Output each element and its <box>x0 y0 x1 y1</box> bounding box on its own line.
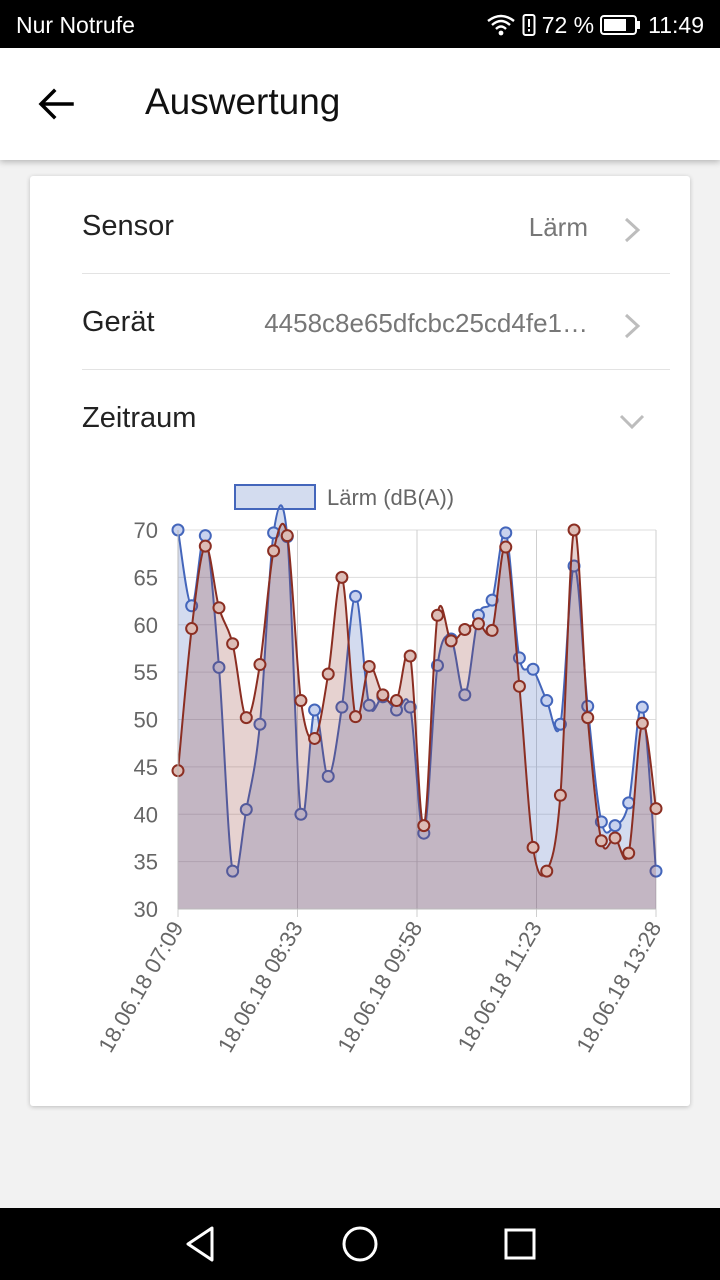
status-bar: Nur Notrufe 72 % 11:49 <box>0 0 720 48</box>
battery-icon <box>600 15 641 35</box>
series-2-point <box>458 622 472 636</box>
app-bar: Auswertung <box>0 48 720 160</box>
series-2-point <box>622 846 636 860</box>
series-2-point <box>594 834 608 848</box>
series-2-point <box>526 840 540 854</box>
nav-recents-icon[interactable] <box>498 1222 542 1266</box>
series-2-point <box>471 617 485 631</box>
series-2-point <box>635 716 649 730</box>
series-1-point <box>635 700 649 714</box>
series-2-point <box>567 523 581 537</box>
wifi-icon <box>486 14 515 36</box>
series-2-point <box>239 711 253 725</box>
arrow-left-icon <box>38 88 74 120</box>
series-2-point <box>280 529 294 543</box>
series-2-point <box>212 601 226 615</box>
series-2-point <box>581 711 595 725</box>
series-2-point <box>553 788 567 802</box>
series-2-point <box>485 623 499 637</box>
carrier-label: Nur Notrufe <box>16 12 135 38</box>
series-2-point <box>390 694 404 708</box>
sensor-label: Sensor <box>82 210 174 242</box>
y-tick-label: 65 <box>134 565 158 590</box>
series-2-point <box>226 637 240 651</box>
series-2-point <box>349 710 363 724</box>
sim-alert-icon <box>522 14 536 36</box>
series-2-point <box>499 540 513 554</box>
series-2-point <box>321 667 335 681</box>
x-tick-label: 18.06.18 13:28 <box>571 917 666 1057</box>
chevron-down-icon <box>619 414 645 430</box>
device-label: Gerät <box>82 306 155 338</box>
series-2-point <box>430 608 444 622</box>
series-1-point <box>198 529 212 543</box>
y-tick-label: 60 <box>134 613 158 638</box>
x-tick-label: 18.06.18 11:23 <box>453 917 547 1055</box>
y-tick-label: 55 <box>134 660 158 685</box>
series-2-point <box>253 658 267 672</box>
series-1-point <box>540 694 554 708</box>
series-2-point <box>649 802 663 816</box>
y-tick-label: 50 <box>134 708 158 733</box>
status-icons: 72 % 11:49 <box>486 10 704 40</box>
noise-chart: Lärm (dB(A))70656055504540353018.06.18 0… <box>93 484 666 1057</box>
series-2-point <box>444 634 458 648</box>
y-tick-label: 70 <box>134 518 158 543</box>
battery-percent: 72 % <box>541 11 595 38</box>
series-1-point <box>308 703 322 717</box>
back-button[interactable] <box>26 76 86 132</box>
nav-back-icon[interactable] <box>178 1222 222 1266</box>
series-2-point <box>512 679 526 693</box>
series-2-point <box>185 622 199 636</box>
timeframe-row[interactable]: Zeitraum <box>82 370 670 466</box>
device-row[interactable]: Gerät 4458c8e65dfcbc25cd4fe1… <box>82 274 670 370</box>
x-tick-label: 18.06.18 09:58 <box>332 917 427 1057</box>
sensor-row[interactable]: Sensor Lärm <box>82 178 670 274</box>
timeframe-label: Zeitraum <box>82 402 197 434</box>
series-2-point <box>608 831 622 845</box>
series-2-point <box>294 694 308 708</box>
series-2-point <box>540 864 554 878</box>
x-tick-label: 18.06.18 07:09 <box>93 917 188 1057</box>
series-1-point <box>526 662 540 676</box>
series-2-point <box>267 544 281 558</box>
page-title: Auswertung <box>145 81 341 122</box>
y-tick-label: 40 <box>134 802 158 827</box>
x-tick-label: 18.06.18 08:33 <box>213 917 308 1057</box>
evaluation-card: Sensor Lärm Gerät 4458c8e65dfcbc25cd4fe1… <box>30 176 690 1106</box>
series-2-point <box>417 819 431 833</box>
clock: 11:49 <box>648 11 704 38</box>
series-2-point <box>335 570 349 584</box>
nav-home-icon[interactable] <box>338 1222 382 1266</box>
series-1-point <box>608 819 622 833</box>
series-1-point <box>499 526 513 540</box>
series-2-point <box>308 731 322 745</box>
series-1-point <box>622 796 636 810</box>
y-tick-label: 45 <box>134 755 158 780</box>
series-2-point <box>198 539 212 553</box>
series-2-point <box>376 688 390 702</box>
chevron-right-icon <box>624 217 641 243</box>
legend-label: Lärm (dB(A)) <box>327 485 454 510</box>
navigation-bar <box>0 1208 720 1280</box>
chevron-right-icon <box>624 313 641 339</box>
device-value: 4458c8e65dfcbc25cd4fe1… <box>264 308 588 338</box>
series-2-point <box>362 659 376 673</box>
y-tick-label: 35 <box>134 850 158 875</box>
series-2-point <box>403 649 417 663</box>
y-tick-label: 30 <box>134 897 158 922</box>
legend-swatch <box>234 484 316 510</box>
sensor-value: Lärm <box>528 212 588 242</box>
series-1-point <box>349 589 363 603</box>
